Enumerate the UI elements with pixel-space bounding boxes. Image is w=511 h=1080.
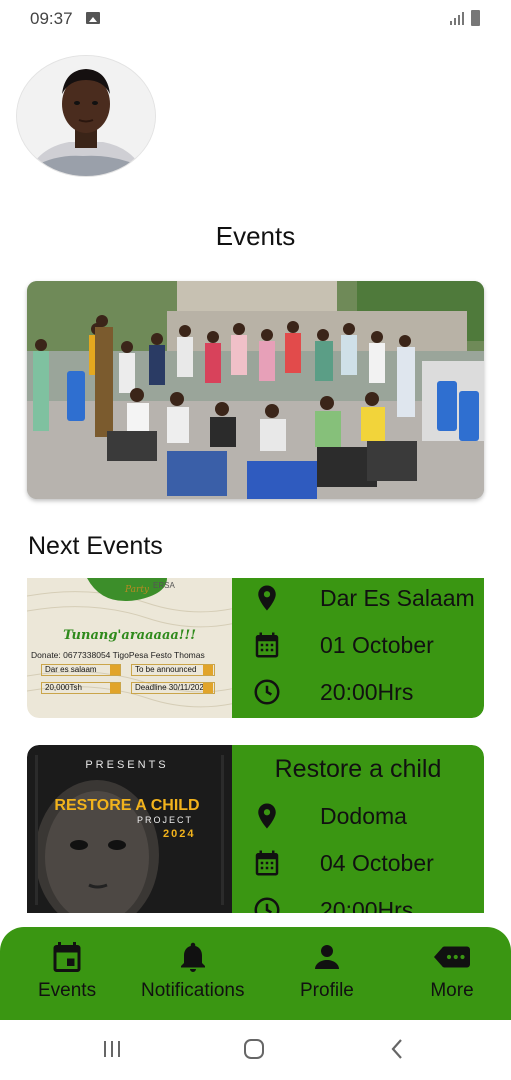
poster-cell: Dar es salaam (41, 664, 121, 676)
event-location: Dar Es Salaam (320, 584, 475, 611)
event-date-row: 04 October (252, 848, 434, 878)
poster-calendar-icon (203, 665, 213, 675)
nav-label: Profile (300, 980, 354, 1001)
event-poster-art: Party ERSA (27, 578, 232, 718)
poster-headline: RESTORE A CHILD (54, 797, 200, 814)
event-time-row: 20:00Hrs (252, 677, 413, 707)
event-info: Dar Es Salaam 01 October 20:00Hrs (232, 578, 484, 718)
event-date: 01 October (320, 631, 434, 658)
next-events-title: Next Events (28, 532, 163, 560)
event-time-row: 20:00Hrs (252, 895, 413, 913)
hero-event-image[interactable] (27, 281, 484, 499)
event-location: Dodoma (320, 802, 407, 829)
system-navigation-bar (0, 1020, 511, 1080)
recent-apps-icon[interactable] (102, 1040, 122, 1058)
back-icon[interactable] (389, 1038, 405, 1060)
person-icon (314, 945, 339, 969)
gallery-notification-icon (86, 12, 100, 24)
event-date-row: 01 October (252, 630, 434, 660)
svg-text:Party: Party (124, 585, 150, 595)
event-time: 20:00Hrs (320, 896, 414, 914)
home-icon[interactable] (243, 1038, 265, 1060)
poster-donate-text: Donate: 0677338054 TigoPesa Festo Thomas (31, 650, 205, 660)
clock-icon (254, 679, 280, 705)
poster-sub: PROJECT (137, 815, 194, 825)
bottom-navigation: Events Notifications Profile More (0, 927, 511, 1020)
event-card[interactable]: Party ERSA Tunang'araaaaa!!! Donate: 067… (27, 578, 484, 718)
poster-year: 2024 (163, 828, 196, 840)
poster-speaker-icon (203, 683, 213, 693)
poster-headline: Tunang'araaaaa!!! (63, 628, 196, 643)
event-poster: Party ERSA Tunang'araaaaa!!! Donate: 067… (27, 578, 232, 718)
nav-label: Notifications (141, 980, 245, 1001)
clock-icon (254, 897, 280, 913)
calendar-icon (53, 942, 81, 972)
group-photo (27, 281, 484, 499)
event-poster: PRESENTS RESTORE A CHILD PROJECT 2024 (27, 745, 232, 913)
status-time: 09:37 (30, 9, 73, 28)
poster-cell: 20,000Tsh (41, 682, 121, 694)
calendar-icon (255, 850, 279, 876)
page-title: Events (215, 221, 296, 251)
more-tag-icon (434, 946, 470, 968)
nav-label: Events (38, 980, 97, 1001)
event-location-row: Dodoma (252, 801, 407, 831)
bell-icon (180, 942, 205, 972)
calendar-icon (255, 632, 279, 658)
event-time: 20:00Hrs (320, 678, 414, 705)
svg-text:ERSA: ERSA (153, 581, 175, 590)
poster-presents: PRESENTS (85, 759, 169, 771)
location-pin-icon (258, 803, 276, 829)
poster-pin-icon (110, 665, 120, 675)
nav-item-events[interactable]: Events (38, 939, 96, 1002)
event-card[interactable]: PRESENTS RESTORE A CHILD PROJECT 2024 Re… (27, 745, 484, 913)
status-bar: 09:37 (0, 0, 511, 40)
battery-icon (471, 10, 480, 26)
poster-money-icon (110, 683, 120, 693)
nav-item-notifications[interactable]: Notifications (141, 939, 245, 1002)
event-title: Restore a child (274, 755, 442, 783)
nav-item-more[interactable]: More (430, 939, 474, 1002)
event-location-row: Dar Es Salaam (252, 583, 475, 613)
nav-item-profile[interactable]: Profile (300, 939, 354, 1002)
avatar-photo (17, 56, 155, 176)
location-pin-icon (258, 585, 276, 611)
signal-icon (450, 11, 466, 25)
avatar[interactable] (16, 55, 156, 177)
event-info: Restore a child Dodoma 04 October 20:00H… (232, 745, 484, 913)
event-date: 04 October (320, 849, 434, 876)
nav-label: More (430, 980, 474, 1001)
